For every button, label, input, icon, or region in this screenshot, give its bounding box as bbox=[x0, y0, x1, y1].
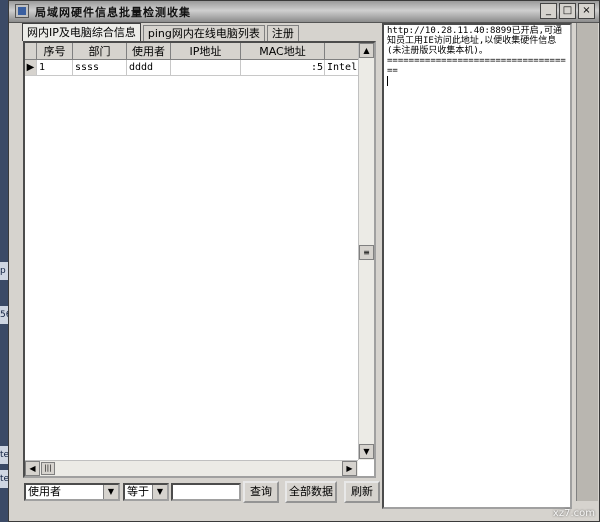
all-data-button[interactable]: 全部数据 bbox=[285, 481, 337, 503]
window-title: 局域网硬件信息批量检测收集 bbox=[35, 6, 191, 19]
log-separator: =================================== bbox=[387, 56, 566, 76]
col-header-user[interactable]: 使用者 bbox=[127, 43, 171, 60]
maximize-button[interactable]: □ bbox=[559, 3, 576, 19]
right-edge-panel bbox=[576, 23, 598, 501]
app-window: 局域网硬件信息批量检测收集 _ □ × 网内IP及电脑综合信息 ping网内在线… bbox=[8, 0, 600, 522]
tab-ip-info[interactable]: 网内IP及电脑综合信息 bbox=[22, 23, 141, 41]
vertical-scrollbar[interactable]: ▲ ≡ ▼ bbox=[358, 43, 374, 460]
cell-ip[interactable] bbox=[171, 60, 241, 76]
field-select[interactable]: 使用者 ▼ bbox=[24, 483, 120, 501]
row-indicator-icon: ▶ bbox=[25, 60, 37, 76]
close-button[interactable]: × bbox=[578, 3, 595, 19]
field-select-value: 使用者 bbox=[28, 485, 61, 498]
scroll-right-icon[interactable]: ▶ bbox=[342, 461, 357, 476]
left-pane: 网内IP及电脑综合信息 ping网内在线电脑列表 注册 序号 部门 使用者 IP… bbox=[22, 23, 380, 509]
horizontal-scrollbar[interactable]: ◀ ||| ▶ bbox=[25, 460, 358, 476]
cell-dept[interactable]: ssss bbox=[73, 60, 127, 76]
app-icon bbox=[15, 4, 29, 18]
tab-ping-list[interactable]: ping网内在线电脑列表 bbox=[142, 25, 265, 41]
log-panel[interactable]: http://10.28.11.40:8899已开启,可通知员工用IE访问此地址… bbox=[382, 23, 572, 509]
text-caret bbox=[387, 76, 388, 86]
operator-select[interactable]: 等于 ▼ bbox=[123, 483, 169, 501]
cell-extra[interactable]: Intel bbox=[325, 60, 360, 76]
scroll-left-icon[interactable]: ◀ bbox=[25, 461, 40, 476]
table-row[interactable]: ▶ 1 ssss dddd :5 Intel bbox=[25, 60, 360, 76]
grid-header-indicator bbox=[25, 43, 37, 60]
cell-mac[interactable]: :5 bbox=[241, 60, 325, 76]
filter-bar: 使用者 ▼ 等于 ▼ 查询 全部数据 刷新 bbox=[22, 481, 380, 507]
chevron-down-icon[interactable]: ▼ bbox=[103, 485, 118, 499]
log-line: http://10.28.11.40:8899已开启,可通知员工用IE访问此地址… bbox=[387, 26, 563, 56]
tab-register[interactable]: 注册 bbox=[266, 25, 299, 41]
operator-select-value: 等于 bbox=[127, 485, 149, 498]
cell-user[interactable]: dddd bbox=[127, 60, 171, 76]
tab-strip: 网内IP及电脑综合信息 ping网内在线电脑列表 注册 bbox=[22, 23, 301, 41]
query-button[interactable]: 查询 bbox=[243, 481, 279, 503]
scroll-up-icon[interactable]: ▲ bbox=[359, 43, 374, 58]
scroll-thumb[interactable]: ||| bbox=[41, 462, 55, 475]
col-header-mac[interactable]: MAC地址 bbox=[241, 43, 325, 60]
col-header-extra[interactable] bbox=[325, 43, 360, 60]
col-header-dept[interactable]: 部门 bbox=[73, 43, 127, 60]
query-input[interactable] bbox=[171, 483, 241, 501]
watermark: xz7.com bbox=[552, 508, 595, 519]
chevron-down-icon[interactable]: ▼ bbox=[152, 485, 167, 499]
data-grid[interactable]: 序号 部门 使用者 IP地址 MAC地址 ▶ 1 ssss dddd :5 In… bbox=[23, 41, 376, 478]
col-header-no[interactable]: 序号 bbox=[37, 43, 73, 60]
cell-no[interactable]: 1 bbox=[37, 60, 73, 76]
grid-header: 序号 部门 使用者 IP地址 MAC地址 bbox=[25, 43, 360, 60]
refresh-button[interactable]: 刷新 bbox=[344, 481, 380, 503]
scroll-thumb[interactable]: ≡ bbox=[359, 245, 374, 260]
minimize-button[interactable]: _ bbox=[540, 3, 557, 19]
scroll-down-icon[interactable]: ▼ bbox=[359, 444, 374, 459]
col-header-ip[interactable]: IP地址 bbox=[171, 43, 241, 60]
title-bar[interactable]: 局域网硬件信息批量检测收集 _ □ × bbox=[9, 1, 599, 23]
